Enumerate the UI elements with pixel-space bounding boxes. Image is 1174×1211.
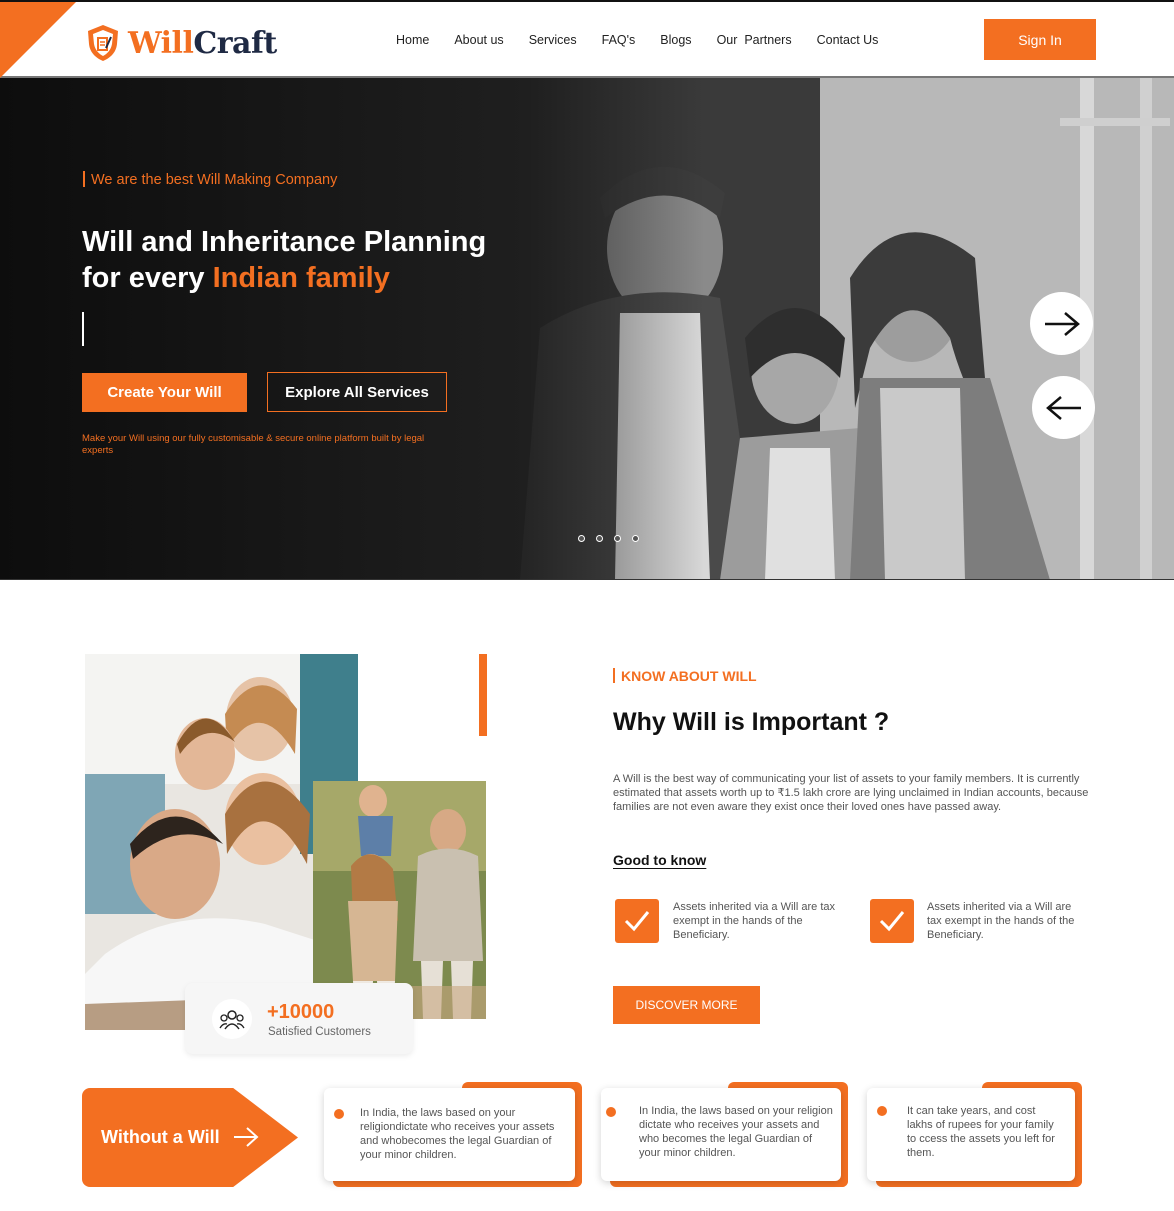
- without-a-will-label: Without a Will: [101, 1127, 220, 1147]
- previous-slide-button[interactable]: [1032, 376, 1095, 439]
- nav-faqs[interactable]: FAQ's: [602, 33, 636, 47]
- logo-word-craft: Craft: [193, 25, 277, 61]
- hero-title-line-2: for every: [82, 262, 213, 294]
- decorative-orange-bar: [479, 654, 487, 736]
- corner-accent: [0, 2, 76, 78]
- benefit-text: Assets inherited via a Will are tax exem…: [673, 901, 836, 941]
- main-nav: Home About us Services FAQ's Blogs Our P…: [396, 33, 878, 47]
- typing-caret: [82, 312, 84, 346]
- checkmark-icon: [624, 911, 650, 932]
- arrow-right-icon: [1044, 311, 1080, 336]
- section-title: Why Will is Important ?: [613, 708, 890, 736]
- hero-banner: We are the best Will Making Company Will…: [0, 78, 1174, 580]
- nav-contact-us[interactable]: Contact Us: [817, 33, 879, 47]
- create-your-will-button[interactable]: Create Your Will: [82, 373, 247, 412]
- hero-title: Will and Inheritance Planning for every …: [82, 224, 486, 296]
- stat-icon-wrap: [212, 999, 252, 1039]
- stat-number: +10000: [267, 1001, 335, 1023]
- nav-blogs[interactable]: Blogs: [660, 33, 691, 47]
- slide-dot[interactable]: [578, 535, 585, 542]
- hero-note: Make your Will using our fully customisa…: [82, 433, 425, 456]
- logo-word-will: Will: [128, 25, 194, 61]
- bullet-dot: [877, 1106, 887, 1116]
- shield-logo-icon: [88, 25, 118, 61]
- info-card-text: In India, the laws based on your religio…: [360, 1107, 555, 1161]
- hero-title-accent: Indian family: [212, 262, 390, 294]
- hero-tagline: We are the best Will Making Company: [83, 171, 337, 188]
- users-icon: [219, 1010, 245, 1030]
- hero-title-line-1: Will and Inheritance Planning: [82, 226, 487, 258]
- customers-stat-card: +10000 Satisfied Customers: [185, 983, 413, 1054]
- site-header: WillCraft Home About us Services FAQ's B…: [0, 0, 1174, 78]
- arrow-right-icon: [234, 1127, 259, 1147]
- kicker-text: KNOW ABOUT WILL: [621, 668, 757, 684]
- hero-family-photo: [0, 78, 1174, 579]
- bullet-dot: [606, 1107, 616, 1117]
- sign-in-button[interactable]: Sign In: [984, 19, 1096, 60]
- checkmark-icon: [879, 911, 905, 932]
- stat-label: Satisfied Customers: [268, 1026, 371, 1038]
- benefit-text: Assets inherited via a Will are tax exem…: [927, 901, 1075, 941]
- hero-tagline-text: We are the best Will Making Company: [91, 172, 338, 188]
- good-to-know-heading: Good to know: [613, 852, 707, 868]
- section-body: A Will is the best way of communicating …: [613, 773, 1089, 813]
- logo[interactable]: WillCraft: [86, 24, 277, 62]
- section-kicker: KNOW ABOUT WILL: [613, 668, 757, 684]
- arrow-left-icon: [1045, 395, 1081, 420]
- nav-services[interactable]: Services: [529, 33, 577, 47]
- checkmark-badge: [870, 899, 914, 943]
- bullet-dot: [334, 1109, 344, 1119]
- discover-more-button[interactable]: DISCOVER MORE: [613, 986, 760, 1024]
- nav-home[interactable]: Home: [396, 33, 429, 47]
- info-card-text: It can take years, and cost lakhs of rup…: [907, 1105, 1055, 1159]
- nav-about-us[interactable]: About us: [454, 33, 503, 47]
- next-slide-button[interactable]: [1030, 292, 1093, 355]
- info-card-text: In India, the laws based on your religio…: [639, 1105, 833, 1159]
- tagline-bar: [83, 171, 85, 187]
- explore-all-services-button[interactable]: Explore All Services: [267, 372, 447, 412]
- checkmark-badge: [615, 899, 659, 943]
- slide-dot[interactable]: [614, 535, 621, 542]
- logo-text: WillCraft: [128, 26, 277, 61]
- slide-dot[interactable]: [632, 535, 639, 542]
- slide-indicators: [578, 535, 639, 542]
- nav-our-partners[interactable]: Our Partners: [717, 33, 792, 47]
- slide-dot[interactable]: [596, 535, 603, 542]
- kicker-bar: [613, 668, 615, 683]
